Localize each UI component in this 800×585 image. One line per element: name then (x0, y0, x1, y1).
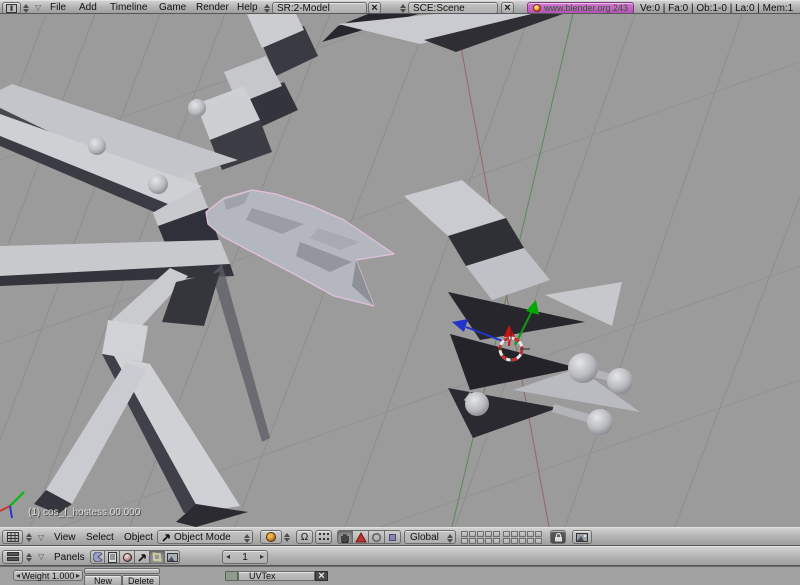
screen-selector-field[interactable]: SR:2-Model (272, 2, 367, 14)
grid-3dview-icon (7, 532, 19, 542)
scene-context-button[interactable] (165, 550, 180, 564)
translate-triangle-icon (355, 532, 367, 543)
uvtex-name-field[interactable]: UVTex (238, 571, 315, 581)
version-button[interactable]: www.blender.org 243 (527, 2, 634, 14)
buttons-window-icon (7, 552, 19, 562)
editing-panels-area: ◂ Weight 1.000 ▸ New Delete UVTex × (0, 566, 800, 585)
frame-decrement-icon[interactable]: ◂ (226, 553, 230, 561)
lock-layers-button[interactable] (550, 530, 566, 544)
draw-type-selector[interactable] (260, 530, 282, 544)
lock-icon (554, 532, 563, 542)
logic-icon (93, 552, 103, 562)
info-window-icon (6, 4, 17, 13)
dropdown-arrows-icon (446, 533, 453, 543)
orientation-selector[interactable]: Global (404, 530, 456, 544)
menu-add[interactable]: Add (79, 2, 97, 13)
scale-manipulator-button[interactable] (385, 530, 401, 544)
scene-browse-icon[interactable] (399, 3, 407, 13)
collapse-menu-icon[interactable]: ▽ (35, 3, 41, 12)
scene-selector-field[interactable]: SCE:Scene (408, 2, 498, 14)
view3d-header: ▽ View Select Object Object Mode Ω (0, 527, 800, 546)
menu-object[interactable]: Object (124, 532, 153, 543)
object-info-text: (1) cos_f_hostess.00.000 (28, 507, 141, 518)
weight-field[interactable]: ◂ Weight 1.000 ▸ (13, 570, 83, 581)
rotate-manipulator-button[interactable] (369, 530, 385, 544)
frame-increment-icon[interactable]: ▸ (260, 553, 264, 561)
editing-context-button[interactable] (150, 550, 165, 564)
buttons-editor-type-button[interactable] (2, 550, 23, 564)
object-mode-icon (161, 532, 171, 542)
shading-context-button[interactable] (120, 550, 135, 564)
scale-square-icon (388, 533, 397, 542)
textured-draw-icon (266, 532, 276, 542)
draw-type-spinner-icon[interactable] (283, 532, 290, 542)
vertex-group-list[interactable] (84, 568, 160, 574)
shading-sphere-icon (123, 553, 132, 562)
menu-panels[interactable]: Panels (54, 552, 85, 563)
uvtex-active-swatch[interactable] (225, 571, 238, 581)
script-icon (108, 552, 117, 563)
editor-spinner-icon[interactable] (25, 532, 32, 542)
render-image-icon (576, 533, 588, 542)
pivot-selector[interactable]: Ω (296, 530, 313, 544)
script-context-button[interactable] (105, 550, 120, 564)
menu-select[interactable]: Select (86, 532, 114, 543)
layer-buttons-group-1[interactable] (461, 531, 500, 544)
editor-spinner-icon[interactable] (22, 3, 29, 13)
menu-view[interactable]: View (54, 532, 76, 543)
screen-close-button[interactable]: × (368, 2, 381, 14)
rotate-circle-icon (371, 532, 382, 543)
move-centers-button[interactable] (315, 530, 332, 544)
mode-selector[interactable]: Object Mode (157, 530, 253, 544)
translate-manipulator-button[interactable] (353, 530, 369, 544)
object-arrow-icon (137, 552, 147, 562)
vgroup-delete-button[interactable]: Delete (122, 575, 160, 585)
scene-close-button[interactable]: × (501, 2, 514, 14)
editing-mesh-icon (152, 552, 162, 562)
object-context-button[interactable] (135, 550, 150, 564)
center-dots-icon (319, 533, 329, 541)
blender-logo-icon (533, 4, 541, 12)
collapse-menu-icon[interactable]: ▽ (38, 552, 44, 561)
hand-icon (340, 532, 350, 543)
info-editor-type-button[interactable] (2, 2, 21, 14)
viewport-3d[interactable]: (1) cos_f_hostess.00.000 (1) cos_f_hoste… (0, 14, 800, 527)
editor-spinner-icon[interactable] (25, 552, 32, 562)
vgroup-new-button[interactable]: New (84, 575, 122, 585)
uvtex-delete-button[interactable]: × (315, 571, 328, 581)
logic-context-button[interactable] (90, 550, 105, 564)
menu-file[interactable]: File (50, 2, 66, 13)
top-header: ▽ File Add Timeline Game Render Help SR:… (0, 0, 800, 14)
collapse-menu-icon[interactable]: ▽ (38, 533, 44, 542)
layer-buttons-group-2[interactable] (503, 531, 542, 544)
weight-decrement-icon[interactable]: ◂ (16, 572, 20, 580)
scene-stats: Ve:0 | Fa:0 | Ob:1-0 | La:0 | Mem:1 (640, 3, 793, 14)
frame-number-field[interactable]: ◂ 1 ▸ (222, 550, 268, 564)
viewport-canvas: (1) cos_f_hostess.00.000 (1) cos_f_hoste… (0, 14, 800, 527)
menu-help[interactable]: Help (237, 2, 258, 13)
buttons-header: ▽ Panels (0, 546, 800, 566)
dropdown-arrows-icon (243, 533, 250, 543)
menu-game[interactable]: Game (159, 2, 186, 13)
weight-increment-icon[interactable]: ▸ (76, 572, 80, 580)
menu-timeline[interactable]: Timeline (110, 2, 147, 13)
screen-browse-icon[interactable] (263, 3, 271, 13)
scene-image-icon (167, 553, 178, 562)
blender-window: ▽ File Add Timeline Game Render Help SR:… (0, 0, 800, 585)
manipulator-toggle-button[interactable] (337, 530, 353, 544)
menu-render[interactable]: Render (196, 2, 229, 13)
view3d-editor-type-button[interactable] (2, 530, 23, 544)
version-label: www.blender.org 243 (544, 3, 628, 13)
render-preview-button[interactable] (572, 530, 592, 544)
